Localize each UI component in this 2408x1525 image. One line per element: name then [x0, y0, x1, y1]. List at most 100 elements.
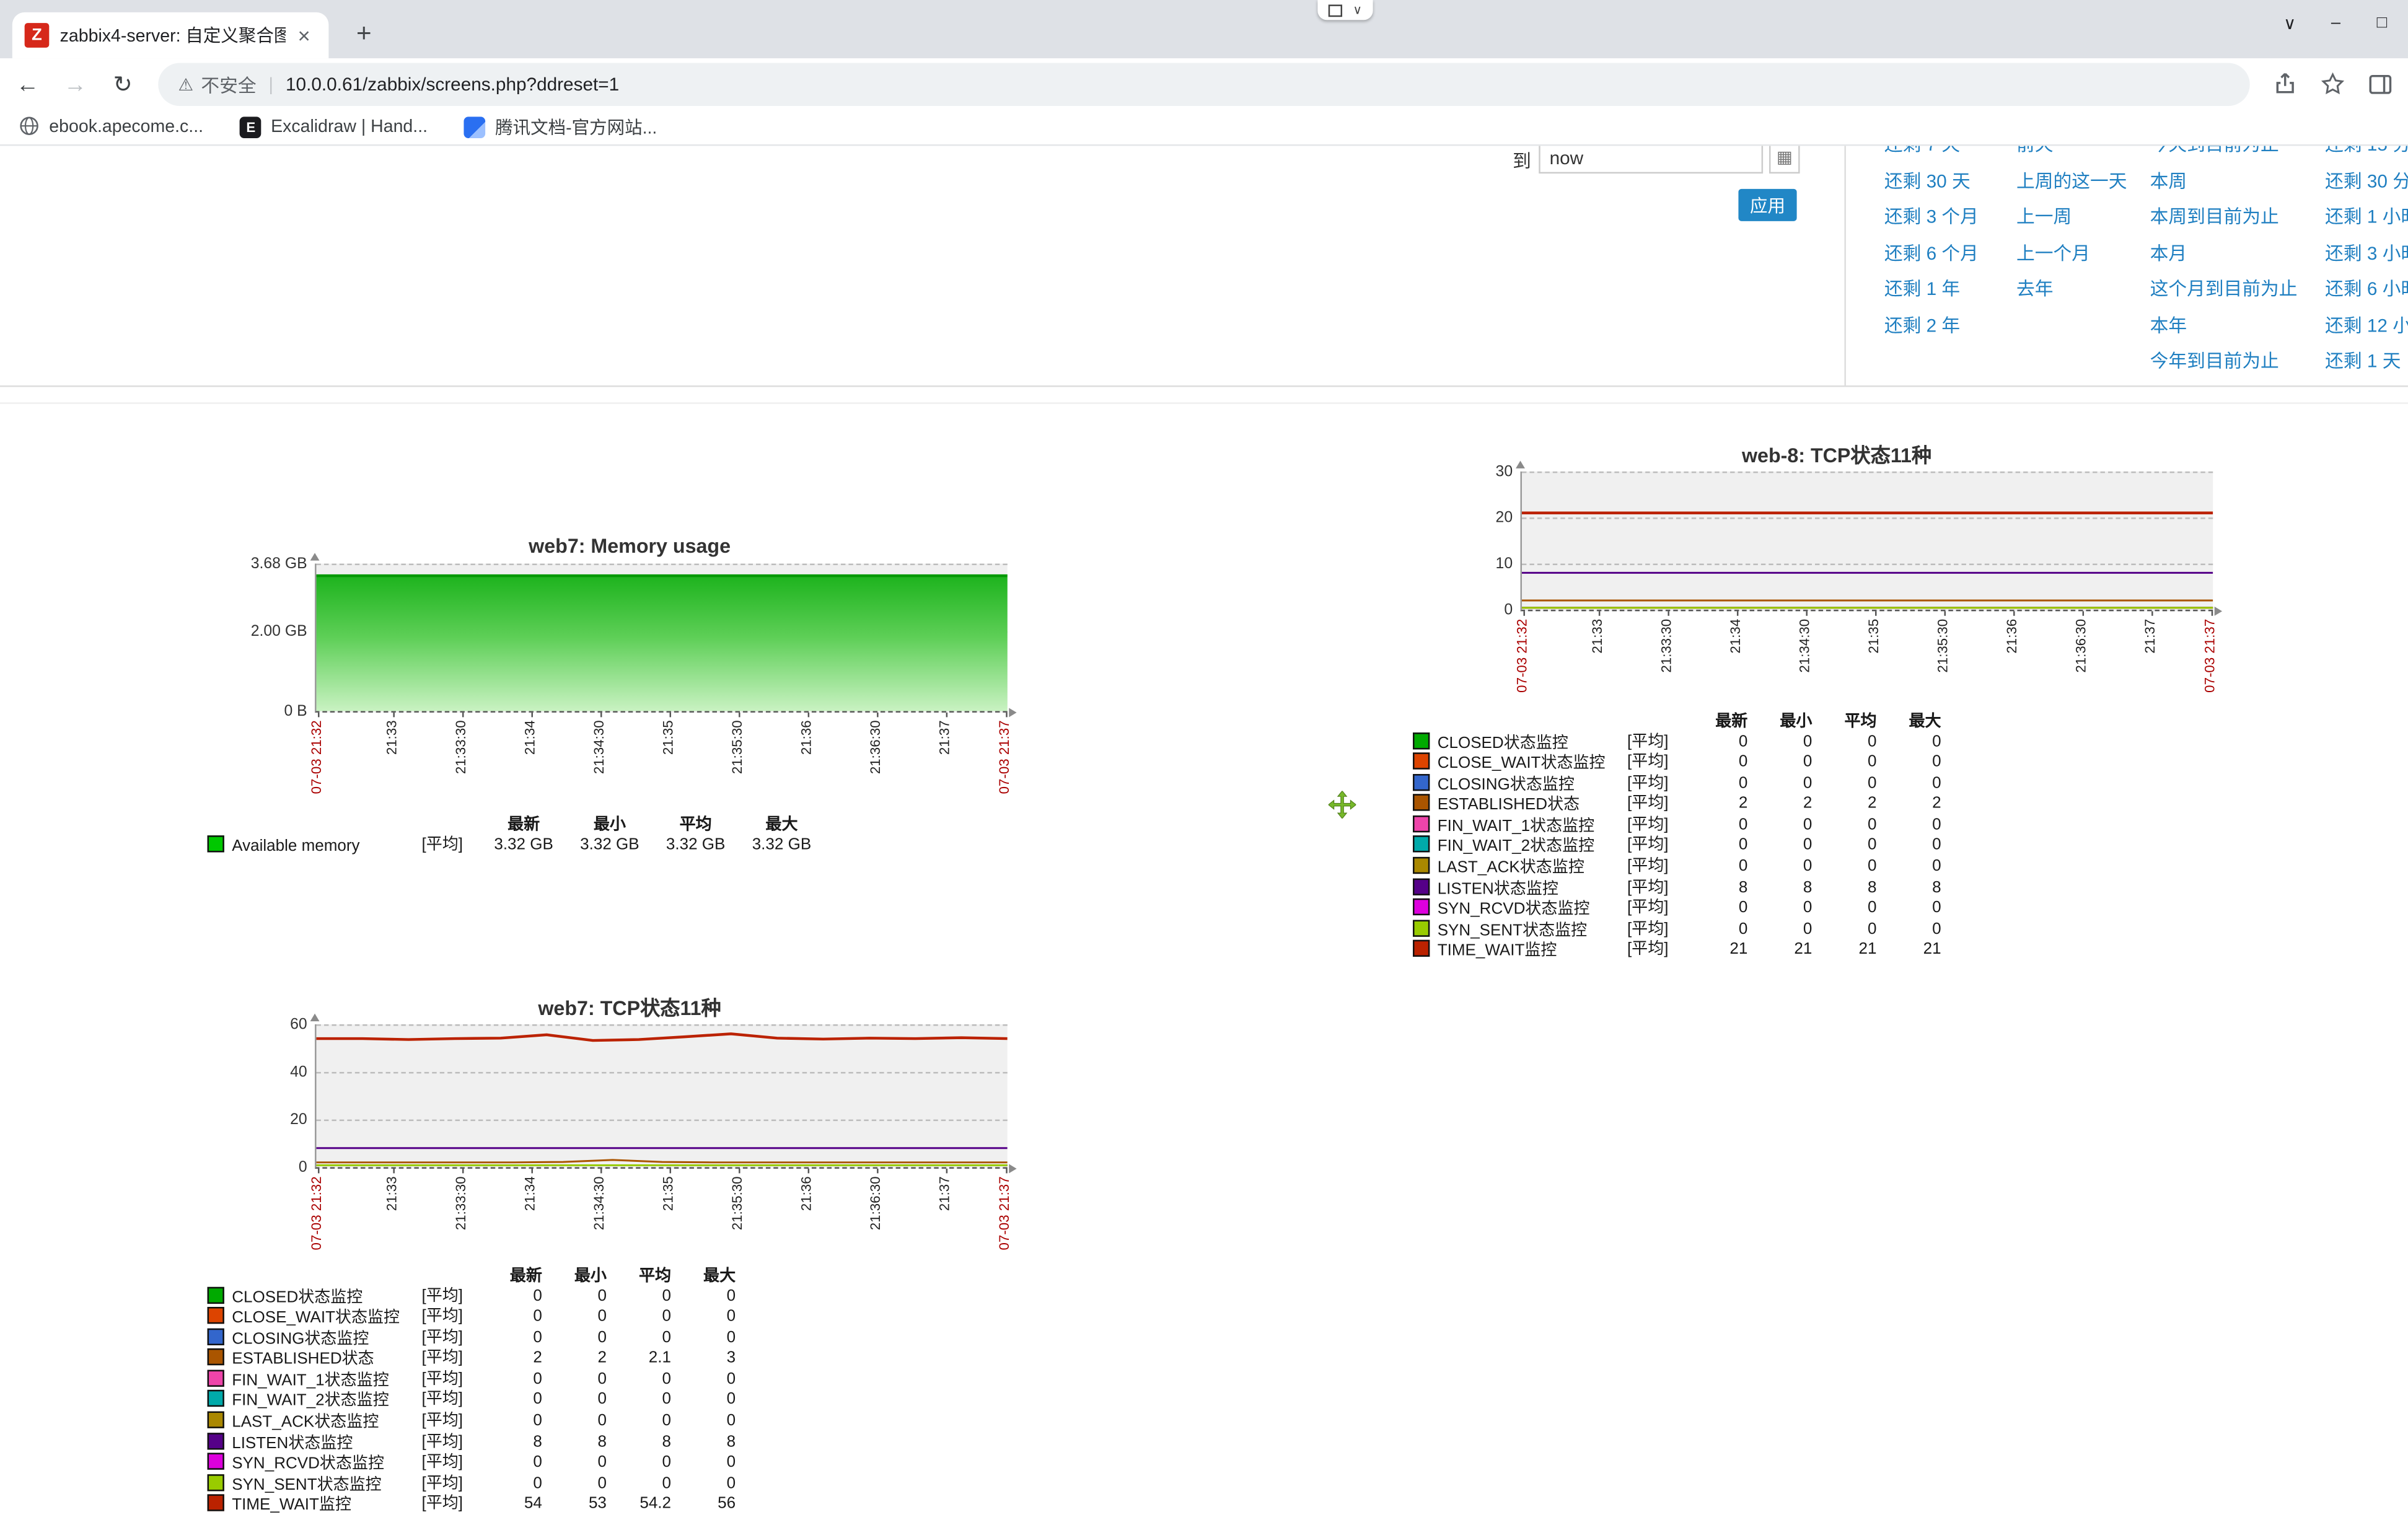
x-axis-label: 21:37 — [2142, 619, 2158, 654]
time-range-link[interactable]: 还剩 6 小时 — [2325, 272, 2408, 308]
time-range-link[interactable]: 去年 — [2016, 272, 2127, 308]
y-axis-label: 0 — [231, 1159, 307, 1176]
maximize-icon[interactable]: □ — [2359, 4, 2405, 41]
time-range-link[interactable]: 还剩 1 小时 — [2325, 200, 2408, 235]
apply-button[interactable]: 应用 — [1738, 189, 1796, 221]
chart-title: web7: TCP状态11种 — [384, 992, 876, 1021]
time-range-link[interactable]: 上一个月 — [2016, 235, 2127, 271]
browser-window: Z zabbix4-server: 自定义聚合图形 × + ∨ ∨ – □ ← … — [0, 0, 2408, 1525]
legend-row: LAST_ACK状态监控[平均]0000 — [204, 1411, 739, 1432]
legend-row: LISTEN状态监控[平均]8888 — [1410, 877, 1944, 899]
browser-toolbar: ← → ↻ ⚠ 不安全 | 10.0.0.61/zabbix/screens.p… — [0, 58, 2408, 110]
time-range-link[interactable]: 上周的这一天 — [2016, 164, 2127, 200]
y-axis-label: 2.00 GB — [231, 623, 307, 640]
time-range-link[interactable]: 还剩 2 年 — [1884, 308, 1979, 344]
x-tick-mark — [669, 713, 670, 717]
x-tick-mark — [1599, 611, 1600, 615]
time-range-link[interactable]: 还剩 7 天 — [1884, 146, 1979, 164]
x-tick-mark — [600, 1169, 602, 1173]
x-tick-mark — [1875, 611, 1876, 615]
bookmark-label: 腾讯文档-官方网站... — [495, 115, 657, 140]
chart-title: web-8: TCP状态11种 — [1591, 439, 2083, 468]
url-text: 10.0.0.61/zabbix/screens.php?ddreset=1 — [286, 74, 619, 95]
bookmark-item-ebook[interactable]: ebook.apecome.c... — [19, 115, 203, 141]
series-color-swatch — [1413, 753, 1430, 770]
side-panel-icon[interactable] — [2360, 64, 2400, 104]
time-range-link[interactable]: 这个月到目前为止 — [2150, 272, 2298, 308]
reload-button[interactable]: ↻ — [103, 64, 143, 104]
tab-close-icon[interactable]: × — [292, 23, 317, 48]
calendar-button[interactable]: ▦ — [1769, 146, 1800, 174]
series-color-swatch — [208, 1432, 224, 1449]
x-axis-label: 21:33:30 — [1658, 619, 1674, 673]
x-axis-label: 21:36:30 — [868, 720, 883, 774]
chevron-down-icon[interactable]: ∨ — [1353, 4, 1362, 16]
x-tick-mark — [807, 1169, 809, 1173]
chart-plot-area[interactable] — [315, 564, 1008, 713]
to-label: 到 — [1513, 147, 1531, 174]
x-axis-label: 07-03 21:32 — [309, 720, 324, 794]
axis-arrow-up-icon — [310, 553, 320, 560]
chart-title: web7: Memory usage — [384, 534, 876, 557]
chart-plot-area[interactable] — [315, 1024, 1008, 1169]
legend-row: SYN_RCVD状态监控[平均]0000 — [204, 1453, 739, 1474]
minimize-icon[interactable]: – — [2313, 4, 2358, 41]
time-range-link[interactable]: 还剩 1 天 — [2325, 344, 2408, 380]
globe-icon — [19, 115, 40, 141]
y-axis-label: 3.68 GB — [231, 556, 307, 573]
legend-header-row: 最新最小平均最大 — [204, 815, 825, 835]
series-color-swatch — [208, 1411, 224, 1428]
url-separator: | — [268, 74, 273, 95]
bookmark-star-icon[interactable] — [2313, 64, 2352, 104]
bookmark-item-tencent-docs[interactable]: 腾讯文档-官方网站... — [465, 115, 657, 140]
time-range-link[interactable]: 今天到目前为止 — [2150, 146, 2298, 164]
time-range-link[interactable]: 上一周 — [2016, 200, 2127, 235]
time-range-link[interactable]: 还剩 1 年 — [1884, 272, 1979, 308]
share-icon[interactable] — [2265, 64, 2305, 104]
chart-plot-area[interactable] — [1521, 472, 2213, 612]
x-tick-mark — [807, 713, 809, 717]
x-tick-mark — [531, 1169, 532, 1173]
series-color-swatch — [208, 1349, 224, 1366]
legend-row: CLOSED状态监控[平均]0000 — [204, 1286, 739, 1307]
time-range-link[interactable]: 还剩 15 分钟 — [2325, 146, 2408, 164]
time-quick-column: 前天上周的这一天上一周上一个月去年 — [2016, 146, 2127, 307]
browser-tab[interactable]: Z zabbix4-server: 自定义聚合图形 × — [12, 12, 329, 58]
bookmark-item-excalidraw[interactable]: E Excalidraw | Hand... — [240, 116, 428, 138]
restore-icon[interactable] — [1329, 4, 1342, 16]
time-range-link[interactable]: 还剩 6 个月 — [1884, 235, 1979, 271]
time-range-link[interactable]: 还剩 30 分钟 — [2325, 164, 2408, 200]
time-range-link[interactable]: 还剩 3 个月 — [1884, 200, 1979, 235]
time-range-link[interactable]: 本年 — [2150, 308, 2298, 344]
time-range-link[interactable]: 还剩 12 小时 — [2325, 308, 2408, 344]
memory-area-fill — [317, 575, 1008, 711]
calendar-icon: ▦ — [1777, 149, 1793, 167]
new-tab-button[interactable]: + — [347, 17, 381, 51]
axis-arrow-right-icon — [2215, 606, 2222, 615]
time-range-link[interactable]: 还剩 3 小时 — [2325, 235, 2408, 271]
bookmarks-bar: ebook.apecome.c... E Excalidraw | Hand..… — [0, 110, 2408, 146]
window-chevron-down-icon[interactable]: ∨ — [2267, 4, 2313, 41]
bookmark-label: ebook.apecome.c... — [49, 118, 203, 137]
time-range-link[interactable]: 本周 — [2150, 164, 2298, 200]
time-to-input[interactable] — [1539, 146, 1763, 174]
time-range-link[interactable]: 还剩 30 天 — [1884, 164, 1979, 200]
series-color-swatch — [208, 1369, 224, 1386]
x-axis-label: 07-03 21:32 — [309, 1176, 324, 1250]
x-tick-mark — [739, 1169, 740, 1173]
x-axis-label: 07-03 21:32 — [1514, 619, 1529, 693]
back-button[interactable]: ← — [7, 64, 47, 104]
forward-button[interactable]: → — [55, 64, 95, 104]
x-tick-mark — [1523, 611, 1524, 615]
legend-row: SYN_SENT状态监控[平均]0000 — [204, 1474, 739, 1495]
window-float-controls[interactable]: ∨ — [1317, 0, 1373, 20]
time-range-link[interactable]: 本周到目前为止 — [2150, 200, 2298, 235]
x-tick-mark — [877, 1169, 878, 1173]
time-range-link[interactable]: 前天 — [2016, 146, 2127, 164]
series-color-swatch — [208, 1391, 224, 1407]
address-bar[interactable]: ⚠ 不安全 | 10.0.0.61/zabbix/screens.php?ddr… — [158, 63, 2249, 106]
filter-divider — [1844, 146, 1845, 385]
legend-row: FIN_WAIT_1状态监控[平均]0000 — [1410, 815, 1944, 837]
time-range-link[interactable]: 今年到目前为止 — [2150, 344, 2298, 380]
time-range-link[interactable]: 本月 — [2150, 235, 2298, 271]
